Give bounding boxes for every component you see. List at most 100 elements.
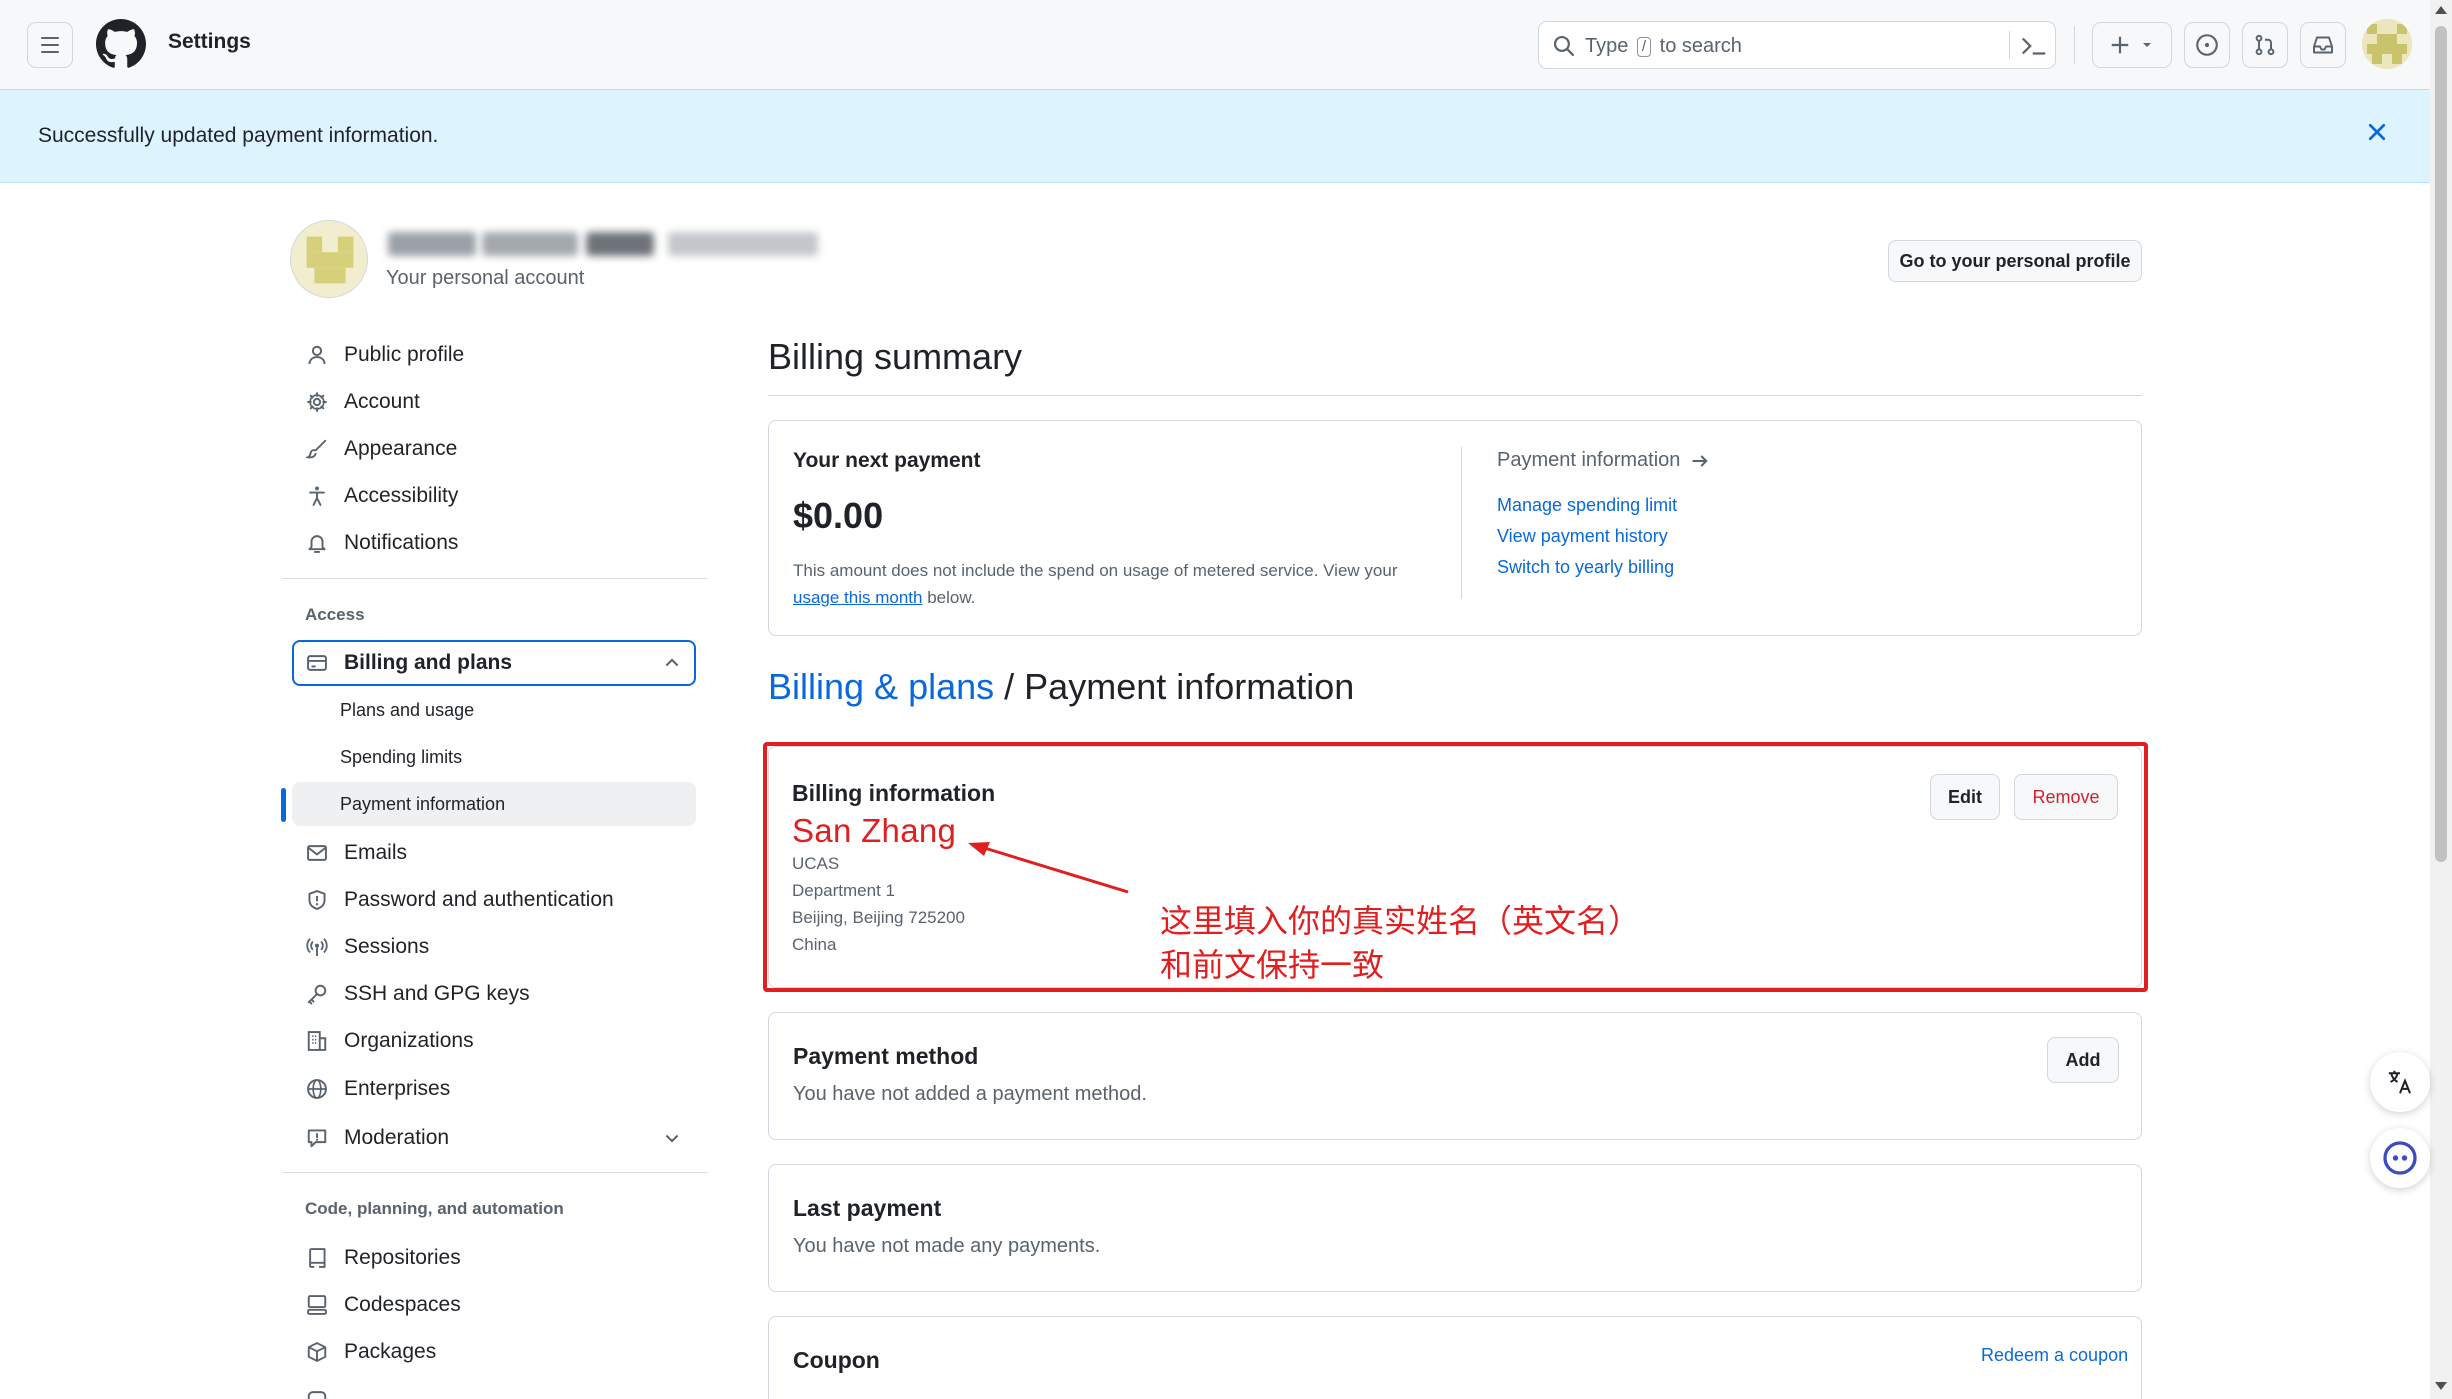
account-avatar	[290, 220, 368, 298]
page-title[interactable]: Settings	[168, 30, 251, 54]
sidebar-item-ssh-and-gpg-keys[interactable]: SSH and GPG keys	[292, 972, 696, 1016]
usage-this-month-link[interactable]: usage this month	[793, 588, 922, 607]
billing-name: San Zhang	[792, 812, 957, 849]
search-placeholder: Type / to search	[1585, 35, 1742, 57]
sidebar-item-label: Plans and usage	[340, 699, 475, 720]
sidebar-item-label: Repositories	[344, 1246, 461, 1269]
pull-requests-button[interactable]	[2242, 22, 2288, 68]
breadcrumb: Billing & plans / Payment information	[768, 666, 1355, 707]
sidebar-item-label: Spending limits	[340, 746, 463, 767]
sidebar-item-codespaces[interactable]: Codespaces	[292, 1283, 696, 1327]
codespaces-icon	[304, 1292, 330, 1318]
command-palette-icon[interactable]	[2019, 32, 2049, 60]
billing-summary-card: Your next payment $0.00 This amount does…	[768, 420, 2142, 636]
manage-spending-limit-link[interactable]: Manage spending limit	[1497, 495, 1677, 516]
assistant-button[interactable]	[2370, 1128, 2430, 1188]
payment-information-link[interactable]: Payment information	[1497, 449, 1710, 472]
sidebar-item-repositories[interactable]: Repositories	[292, 1236, 696, 1280]
metered-usage-note: This amount does not include the spend o…	[793, 561, 1398, 607]
sidebar-heading-access: Access	[305, 605, 365, 624]
sidebar-item-enterprises[interactable]: Enterprises	[292, 1067, 696, 1111]
page-scrollbar[interactable]	[2430, 0, 2452, 1399]
coupon-card: Coupon Redeem a coupon	[768, 1316, 2142, 1399]
sidebar-item-password-and-authentication[interactable]: Password and authentication	[292, 878, 696, 922]
breadcrumb-current: Payment information	[1024, 666, 1355, 707]
sidebar-item-label: Payment information	[340, 793, 506, 814]
package-icon	[304, 1339, 330, 1365]
go-to-profile-button[interactable]: Go to your personal profile	[1888, 240, 2142, 282]
scroll-down-arrow-icon[interactable]	[2435, 1382, 2447, 1390]
repo-icon	[304, 1245, 330, 1271]
accessibility-icon	[304, 483, 330, 509]
translate-button[interactable]	[2370, 1052, 2430, 1112]
sidebar-item-label: Public profile	[344, 343, 465, 366]
sidebar-item-moderation[interactable]: Moderation	[292, 1116, 696, 1160]
sidebar-item-appearance[interactable]: Appearance	[292, 427, 696, 471]
switch-to-yearly-billing-link[interactable]: Switch to yearly billing	[1497, 557, 1674, 578]
billing-information-title: Billing information	[792, 780, 996, 806]
sidebar-item-accessibility[interactable]: Accessibility	[292, 474, 696, 518]
user-avatar[interactable]	[2362, 19, 2412, 69]
sidebar-item-spending-limits[interactable]: Spending limits	[292, 735, 696, 779]
translate-icon	[2388, 1070, 2411, 1094]
github-logo-icon[interactable]	[96, 19, 146, 69]
sidebar-item-cutoff[interactable]	[292, 1380, 696, 1399]
person-icon	[304, 342, 330, 368]
sidebar-item-label: Organizations	[344, 1029, 474, 1052]
search-icon	[1553, 35, 1575, 57]
sidebar-item-emails[interactable]: Emails	[292, 831, 696, 875]
chevron-up-icon	[665, 658, 679, 667]
annotation-text: 这里填入你的真实姓名（英文名）	[1160, 902, 1641, 940]
sidebar-item-billing-and-plans[interactable]: Billing and plans	[292, 640, 696, 686]
active-indicator	[281, 788, 286, 822]
breadcrumb-billing-link[interactable]: Billing & plans	[768, 666, 994, 707]
scroll-up-arrow-icon[interactable]	[2435, 6, 2447, 14]
sidebar-item-label: Notifications	[344, 531, 459, 554]
sidebar-item-plans-and-usage[interactable]: Plans and usage	[292, 688, 696, 732]
sidebar-item-payment-information[interactable]: Payment information	[292, 782, 696, 826]
key-icon	[304, 981, 330, 1007]
add-payment-method-button[interactable]: Add	[2047, 1037, 2119, 1083]
menu-icon[interactable]	[27, 22, 73, 68]
credit-card-icon	[304, 650, 330, 676]
inbox-button[interactable]	[2300, 22, 2346, 68]
last-payment-card: Last payment You have not made any payme…	[768, 1164, 2142, 1292]
git-pull-request-icon	[2255, 34, 2275, 56]
broadcast-icon	[304, 934, 330, 960]
payment-method-card: Payment method You have not added a paym…	[768, 1012, 2142, 1140]
sidebar-item-sessions[interactable]: Sessions	[292, 925, 696, 969]
search-input[interactable]: Type / to search	[1538, 21, 2056, 69]
bell-icon	[304, 530, 330, 556]
paintbrush-icon	[304, 436, 330, 462]
issues-button[interactable]	[2184, 22, 2230, 68]
sidebar-item-account[interactable]: Account	[292, 380, 696, 424]
account-name-redacted	[386, 226, 818, 262]
edit-button[interactable]: Edit	[1930, 774, 2000, 820]
payment-method-text: You have not added a payment method.	[793, 1083, 1147, 1105]
sidebar-item-label: Enterprises	[344, 1077, 451, 1100]
sidebar-heading-code: Code, planning, and automation	[305, 1199, 564, 1218]
global-header: Settings Type / to search	[0, 0, 2430, 90]
next-payment-amount: $0.00	[793, 495, 884, 536]
sidebar-item-organizations[interactable]: Organizations	[292, 1019, 696, 1063]
sidebar-item-label: Sessions	[344, 935, 430, 958]
create-new-button[interactable]	[2092, 22, 2172, 68]
scroll-thumb[interactable]	[2435, 26, 2447, 862]
coupon-title: Coupon	[793, 1347, 880, 1373]
billing-address-line: Beijing, Beijing 725200	[792, 908, 965, 927]
copilot-icon	[304, 1386, 330, 1399]
remove-button[interactable]: Remove	[2014, 774, 2118, 820]
redeem-coupon-link[interactable]: Redeem a coupon	[1981, 1345, 2128, 1366]
flash-message: Successfully updated payment information…	[38, 124, 439, 147]
annotation-arrow-icon	[968, 842, 1129, 894]
inbox-icon	[2313, 36, 2333, 54]
annotation-text: 和前文保持一致	[1160, 946, 1385, 984]
sidebar-item-public-profile[interactable]: Public profile	[292, 333, 696, 377]
chevron-down-icon	[665, 1134, 679, 1143]
sidebar-item-notifications[interactable]: Notifications	[292, 521, 696, 565]
sidebar-item-label: Codespaces	[344, 1293, 461, 1316]
sidebar-item-packages[interactable]: Packages	[292, 1330, 696, 1374]
close-icon[interactable]	[2365, 120, 2389, 144]
view-payment-history-link[interactable]: View payment history	[1497, 526, 1668, 547]
last-payment-text: You have not made any payments.	[793, 1235, 1101, 1257]
